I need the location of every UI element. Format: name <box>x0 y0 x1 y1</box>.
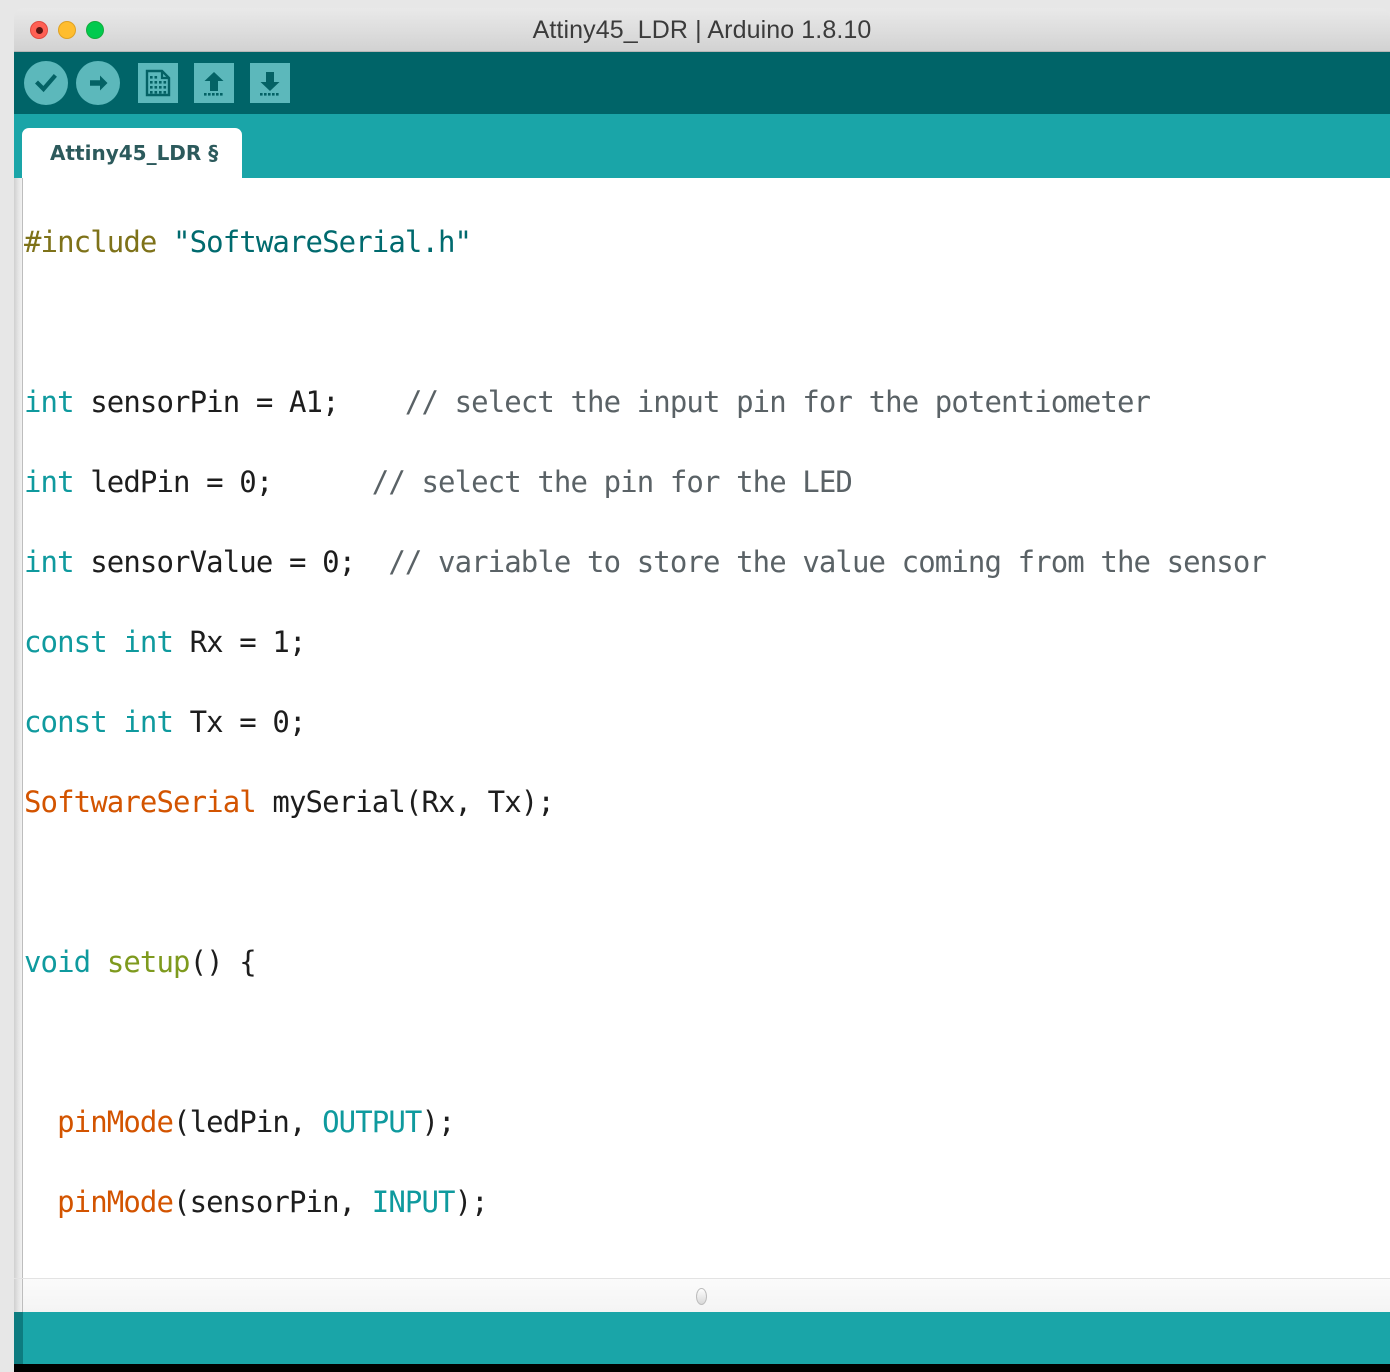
upload-button-circle <box>76 61 120 105</box>
save-sketch-button[interactable] <box>248 61 292 105</box>
arduino-toolbar <box>14 52 1390 114</box>
console-output-area[interactable] <box>14 1312 1390 1368</box>
new-button-square <box>138 63 178 103</box>
open-button-square <box>194 63 234 103</box>
arrow-down-icon <box>260 72 280 96</box>
status-bar <box>14 1364 1390 1372</box>
upload-button[interactable] <box>76 61 120 105</box>
code-line: int sensorValue = 0; // variable to stor… <box>24 545 1267 579</box>
code-line: SoftwareSerial mySerial(Rx, Tx); <box>24 785 555 819</box>
editor-console-splitter[interactable] <box>14 1278 1390 1313</box>
code-line: void setup() { <box>24 945 257 979</box>
verify-button-circle <box>24 61 68 105</box>
open-sketch-button[interactable] <box>192 61 236 105</box>
new-document-icon <box>145 69 171 97</box>
sketch-tabstrip: Attiny45_LDR § <box>14 114 1390 178</box>
window-title: Attiny45_LDR | Arduino 1.8.10 <box>532 16 872 44</box>
splitter-gutter <box>14 1279 23 1313</box>
console-gutter <box>14 1312 23 1368</box>
editor-gutter <box>14 178 23 1278</box>
splitter-grip-icon[interactable] <box>696 1288 707 1305</box>
window-titlebar: Attiny45_LDR | Arduino 1.8.10 <box>14 8 1390 52</box>
code-text-area[interactable]: #include "SoftwareSerial.h" int sensorPi… <box>24 178 1390 1278</box>
code-editor[interactable]: #include "SoftwareSerial.h" int sensorPi… <box>14 178 1390 1278</box>
new-sketch-button[interactable] <box>136 61 180 105</box>
code-line: #include "SoftwareSerial.h" <box>24 225 472 259</box>
code-line: pinMode(sensorPin, INPUT); <box>57 1185 488 1219</box>
arduino-ide-window: Attiny45_LDR | Arduino 1.8.10 Attiny45_L… <box>0 0 1390 1372</box>
code-line: const int Tx = 0; <box>24 705 306 739</box>
code-line: pinMode(ledPin, OUTPUT); <box>57 1105 455 1139</box>
arrow-up-icon <box>204 72 224 96</box>
save-button-square <box>250 63 290 103</box>
code-line: const int Rx = 1; <box>24 625 306 659</box>
code-line: int ledPin = 0; // select the pin for th… <box>24 465 853 499</box>
verify-button[interactable] <box>24 61 68 105</box>
arrow-right-icon <box>90 75 108 91</box>
tab-attiny45-ldr[interactable]: Attiny45_LDR § <box>22 128 243 178</box>
check-icon <box>35 74 57 93</box>
code-line: int sensorPin = A1; // select the input … <box>24 385 1151 419</box>
